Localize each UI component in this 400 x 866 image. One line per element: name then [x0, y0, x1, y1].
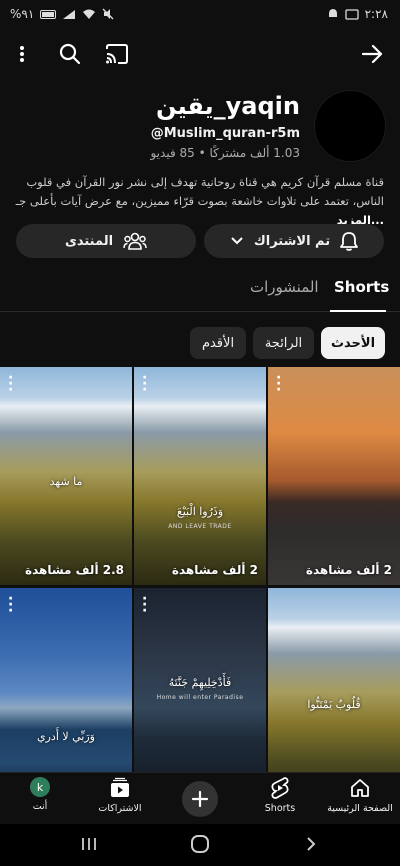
community-label: المنتدى [64, 233, 114, 249]
status-right: ٢:٢٨ [327, 7, 388, 21]
short-item[interactable]: · · · ما شهد 2.8 ألف مشاهدة [0, 367, 132, 585]
plus-icon [191, 790, 209, 808]
short-item[interactable]: · · · وَرَبِّي لا أَدري [0, 588, 132, 772]
chip-latest[interactable]: الأحدث [321, 327, 385, 359]
tab-shorts[interactable]: Shorts [334, 278, 389, 296]
active-tab-indicator [330, 310, 386, 312]
nav-shorts[interactable]: Shorts [240, 777, 320, 814]
create-button[interactable] [182, 781, 218, 817]
short-caption: فَأَدْخِلِيهِمْ جَنَّتَهُ [168, 676, 232, 689]
short-subcaption: AND LEAVE TRADE [168, 523, 232, 530]
screen-icon [344, 8, 359, 20]
wifi-icon [83, 9, 96, 19]
more-options-icon[interactable]: · · · [276, 371, 281, 397]
mute-icon [102, 8, 114, 20]
subscriptions-icon [111, 777, 129, 797]
short-caption: وَرَبِّي لا أَدري [37, 730, 95, 743]
short-views: 2 ألف مشاهدة [171, 563, 258, 577]
channel-description[interactable]: قناة مسلم قرآن كريم هي قناة روحانية تهدف… [14, 173, 384, 230]
bottom-nav: الصفحة الرئيسية Shorts الاشتراكات k أنت [0, 772, 400, 824]
more-options-icon[interactable]: · · · [8, 592, 13, 618]
home-button-icon[interactable] [190, 834, 210, 854]
top-bar [0, 34, 400, 74]
short-views: 2 ألف مشاهدة [305, 563, 392, 577]
chevron-down-icon [231, 237, 243, 245]
status-bar: %٩١ ٢:٢٨ [0, 0, 400, 30]
nav-shorts-label: Shorts [264, 803, 296, 814]
short-item[interactable]: · · · 2 ألف مشاهدة [268, 367, 400, 585]
channel-avatar[interactable] [314, 90, 386, 162]
short-caption: وَذَرُوا الْبَيْعَ [176, 505, 224, 518]
short-subcaption: Home will enter Paradise [156, 694, 244, 701]
avatar: k [30, 777, 50, 797]
back-arrow-icon[interactable] [358, 40, 386, 68]
system-nav-bar [0, 824, 400, 866]
recent-apps-icon[interactable] [80, 836, 98, 852]
nav-you[interactable]: k أنت [0, 777, 80, 812]
short-item[interactable]: قُلُوبٌ يَمْتَنُّوا [268, 588, 400, 772]
subscribed-button[interactable]: تم الاشتراك [204, 224, 384, 258]
nav-you-label: أنت [32, 801, 48, 812]
status-left: %٩١ [10, 7, 114, 21]
notification-icon [328, 9, 337, 17]
nav-subscriptions-label: الاشتراكات [98, 803, 142, 814]
more-options-icon[interactable]: · · · [142, 592, 147, 618]
bell-icon [340, 232, 359, 251]
nav-subscriptions[interactable]: الاشتراكات [80, 777, 160, 814]
tab-posts[interactable]: المنشورات [250, 278, 319, 296]
chip-oldest[interactable]: الأقدم [190, 327, 246, 359]
nav-home[interactable]: الصفحة الرئيسية [320, 777, 400, 814]
more-options-icon[interactable]: · · · [142, 371, 147, 397]
battery-icon [40, 9, 57, 19]
cast-icon[interactable] [103, 40, 131, 68]
search-icon[interactable] [56, 40, 84, 68]
shorts-icon [271, 777, 289, 799]
signal-icon [63, 9, 76, 19]
shorts-grid: · · · ما شهد 2.8 ألف مشاهدة · · · وَذَرُوا ا… [0, 367, 400, 772]
channel-handle: @Muslim_quran-r5m [150, 126, 300, 141]
battery-percent: %٩١ [10, 7, 35, 21]
short-views: 2.8 ألف مشاهدة [24, 563, 124, 577]
back-icon[interactable] [305, 836, 317, 852]
short-item[interactable]: · · · وَذَرُوا الْبَيْعَ AND LEAVE TRADE 2… [134, 367, 266, 585]
nav-home-label: الصفحة الرئيسية [327, 803, 393, 814]
more-options-icon[interactable] [8, 40, 36, 68]
channel-name: يقين_yaqin [155, 92, 300, 120]
subscribed-label: تم الاشتراك [253, 233, 331, 249]
community-button[interactable]: المنتدى [16, 224, 196, 258]
home-icon [351, 779, 369, 797]
channel-stats: 1.03 ألف مشتركًا • 85 فيديو [150, 146, 300, 160]
more-options-icon[interactable]: · · · [8, 371, 13, 397]
people-icon [123, 232, 147, 250]
short-caption: قُلُوبٌ يَمْتَنُّوا [307, 698, 361, 711]
description-text: قناة مسلم قرآن كريم هي قناة روحانية تهدف… [15, 175, 384, 208]
chip-popular[interactable]: الرائجة [253, 327, 314, 359]
clock: ٢:٢٨ [364, 7, 388, 21]
short-item[interactable]: · · · فَأَدْخِلِيهِمْ جَنَّتَهُ Home will … [134, 588, 266, 772]
channel-tabs: Shorts المنشورات [0, 270, 400, 312]
short-caption: ما شهد [49, 475, 83, 488]
